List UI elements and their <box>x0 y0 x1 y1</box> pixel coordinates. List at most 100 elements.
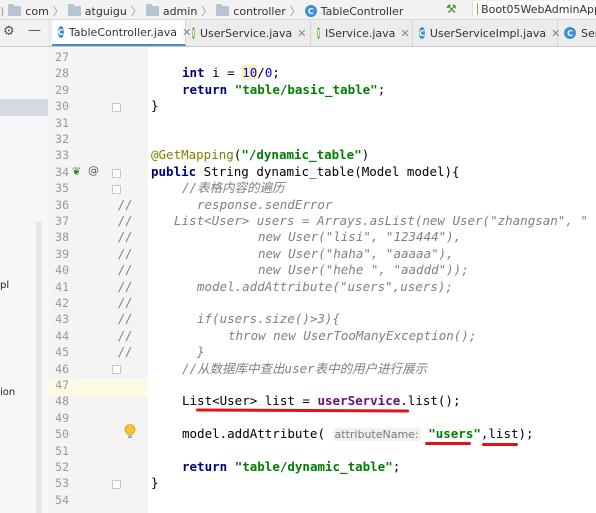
annotation-gutter-icon[interactable]: @ <box>88 164 99 177</box>
code-line-52[interactable]: return "table/dynamic_table"; <box>182 459 400 475</box>
code-line-30[interactable]: } <box>151 98 159 114</box>
string-literal: "table/basic_table" <box>234 81 378 97</box>
breadcrumb: ) com 〉 atguigu 〉 admin 〉 controller 〉 C… <box>0 3 403 19</box>
code-text: model.addAttribute( <box>182 426 333 442</box>
code-text: List<User> list = <box>182 393 318 409</box>
keyword: int <box>182 65 205 81</box>
class-icon: C <box>419 27 425 39</box>
fold-icon[interactable] <box>112 185 121 194</box>
breadcrumb-com[interactable]: com <box>25 5 49 18</box>
line-number: 36 <box>55 197 69 212</box>
line-number: 30 <box>55 99 69 114</box>
line-number: 35 <box>55 181 69 196</box>
code-text: ) <box>361 147 370 163</box>
line-number: 41 <box>55 279 69 294</box>
code-line-50[interactable]: model.addAttribute( attributeName: "user… <box>182 426 534 442</box>
code-line-39-comment[interactable]: new User("haha", "aaaaa"), <box>258 246 454 262</box>
line-number: 51 <box>55 443 69 458</box>
line-number: 40 <box>55 263 69 278</box>
tab-ser[interactable]: C Ser <box>558 20 596 46</box>
breadcrumb-controller[interactable]: controller <box>233 5 285 18</box>
code-text: / <box>257 65 265 81</box>
line-number: 27 <box>55 50 69 64</box>
tab-label: Ser <box>581 26 596 40</box>
class-icon: C <box>304 5 317 17</box>
code-line-36-comment[interactable]: response.sendError <box>197 197 332 213</box>
code-text: ; <box>272 65 280 81</box>
parameter-hint: attributeName: <box>332 428 421 442</box>
code-line-33[interactable]: @GetMapping("/dynamic_table") <box>151 147 369 163</box>
keyword: public <box>151 163 197 179</box>
line-number: 47 <box>55 378 69 392</box>
chevron-right-icon: 〉 <box>52 5 64 18</box>
code-line-44-comment[interactable]: throw new UserTooManyException(); <box>228 328 476 344</box>
code-line-40-comment[interactable]: new User("hehe ", "aaddd")); <box>258 262 469 278</box>
code-line-35-comment[interactable]: //表格内容的遍历 <box>182 180 285 196</box>
close-icon[interactable]: ✕ <box>400 27 409 40</box>
line-number: 50 <box>55 427 69 442</box>
fold-icon[interactable] <box>112 103 121 112</box>
tab-label: UserServiceImpl.java <box>429 26 547 40</box>
line-number: 52 <box>55 460 69 474</box>
interface-icon: I <box>192 27 195 39</box>
tree-item-text[interactable]: ion <box>0 387 15 398</box>
code-text: String dynamic_table(Model model){ <box>196 163 460 179</box>
lightbulb-icon[interactable] <box>124 424 136 443</box>
line-number: 49 <box>55 410 69 425</box>
comment-marker: // <box>118 279 133 294</box>
line-number: 54 <box>55 492 69 507</box>
string-literal: "table/dynamic_table" <box>234 459 393 474</box>
comment-marker: // <box>118 263 133 278</box>
comment-marker: // <box>118 230 133 245</box>
run-configuration-selector[interactable]: Boot05WebAdminApp <box>472 1 596 17</box>
code-line-43-comment[interactable]: if(users.size()>3){ <box>197 311 340 327</box>
close-icon[interactable]: ✕ <box>297 27 306 40</box>
number-literal: 10 <box>242 65 258 81</box>
breadcrumb-tablecontroller[interactable]: TableController <box>321 5 404 18</box>
comment-marker: // <box>118 312 133 327</box>
fold-icon[interactable] <box>112 480 121 489</box>
code-line-28[interactable]: int i = 10/0; <box>182 65 280 81</box>
breadcrumb-atguigu[interactable]: atguigu <box>85 5 127 18</box>
breadcrumb-admin[interactable]: admin <box>163 5 197 18</box>
code-text: ,list); <box>480 426 534 442</box>
tab-tablecontroller[interactable]: C TableController.java ✕ <box>52 20 191 46</box>
minimize-icon[interactable]: — <box>28 23 41 38</box>
fold-icon[interactable] <box>112 169 121 178</box>
code-line-37-comment[interactable]: List<User> users = Arrays.asList(new Use… <box>174 213 588 229</box>
scrollbar[interactable] <box>36 222 42 513</box>
comment-marker: // <box>118 246 133 261</box>
build-hammer-icon[interactable]: ⚒ <box>446 2 457 16</box>
code-line-34[interactable]: public String dynamic_table(Model model)… <box>151 164 460 180</box>
project-panel: pl ion <box>0 47 49 513</box>
code-line-45-comment[interactable]: } <box>197 344 205 360</box>
code-text: ; <box>392 459 401 474</box>
tab-userserviceimpl[interactable]: C UserServiceImpl.java ✕ <box>413 20 560 46</box>
line-number: 38 <box>55 230 69 245</box>
line-number: 43 <box>55 312 69 327</box>
interface-icon: I <box>317 27 320 39</box>
code-line-53[interactable]: } <box>151 475 159 491</box>
line-number: 37 <box>55 214 69 228</box>
run-gutter-icon[interactable]: ❦ <box>72 165 81 178</box>
gear-icon[interactable]: ⚙ <box>3 24 15 39</box>
code-line-29[interactable]: return "table/basic_table"; <box>182 82 385 98</box>
folder-icon <box>145 4 159 16</box>
annotation: @GetMapping <box>151 147 234 163</box>
tab-label: TableController.java <box>68 25 177 39</box>
line-number: 46 <box>55 361 69 376</box>
fold-icon[interactable] <box>112 365 121 374</box>
comment-marker: // <box>118 214 133 228</box>
chevron-right-icon: 〉 <box>289 5 301 18</box>
code-line-41-comment[interactable]: model.addAttribute("users",users); <box>197 279 453 295</box>
chevron-right-icon: ) <box>0 4 5 18</box>
tab-iservice[interactable]: I IService.java ✕ <box>311 20 413 46</box>
line-number: 29 <box>55 82 69 97</box>
chevron-right-icon: 〉 <box>201 5 213 18</box>
tree-item-text[interactable]: pl <box>0 280 9 291</box>
code-line-46-comment[interactable]: //从数据库中查出user表中的用户进行展示 <box>182 361 427 377</box>
code-line-38-comment[interactable]: new User("lisi", "123444"), <box>258 229 461 245</box>
tab-userservice[interactable]: I UserService.java ✕ <box>186 20 311 46</box>
selected-tree-item[interactable] <box>0 99 48 116</box>
code-line-48[interactable]: List<User> list = userService.list(); <box>182 393 460 409</box>
